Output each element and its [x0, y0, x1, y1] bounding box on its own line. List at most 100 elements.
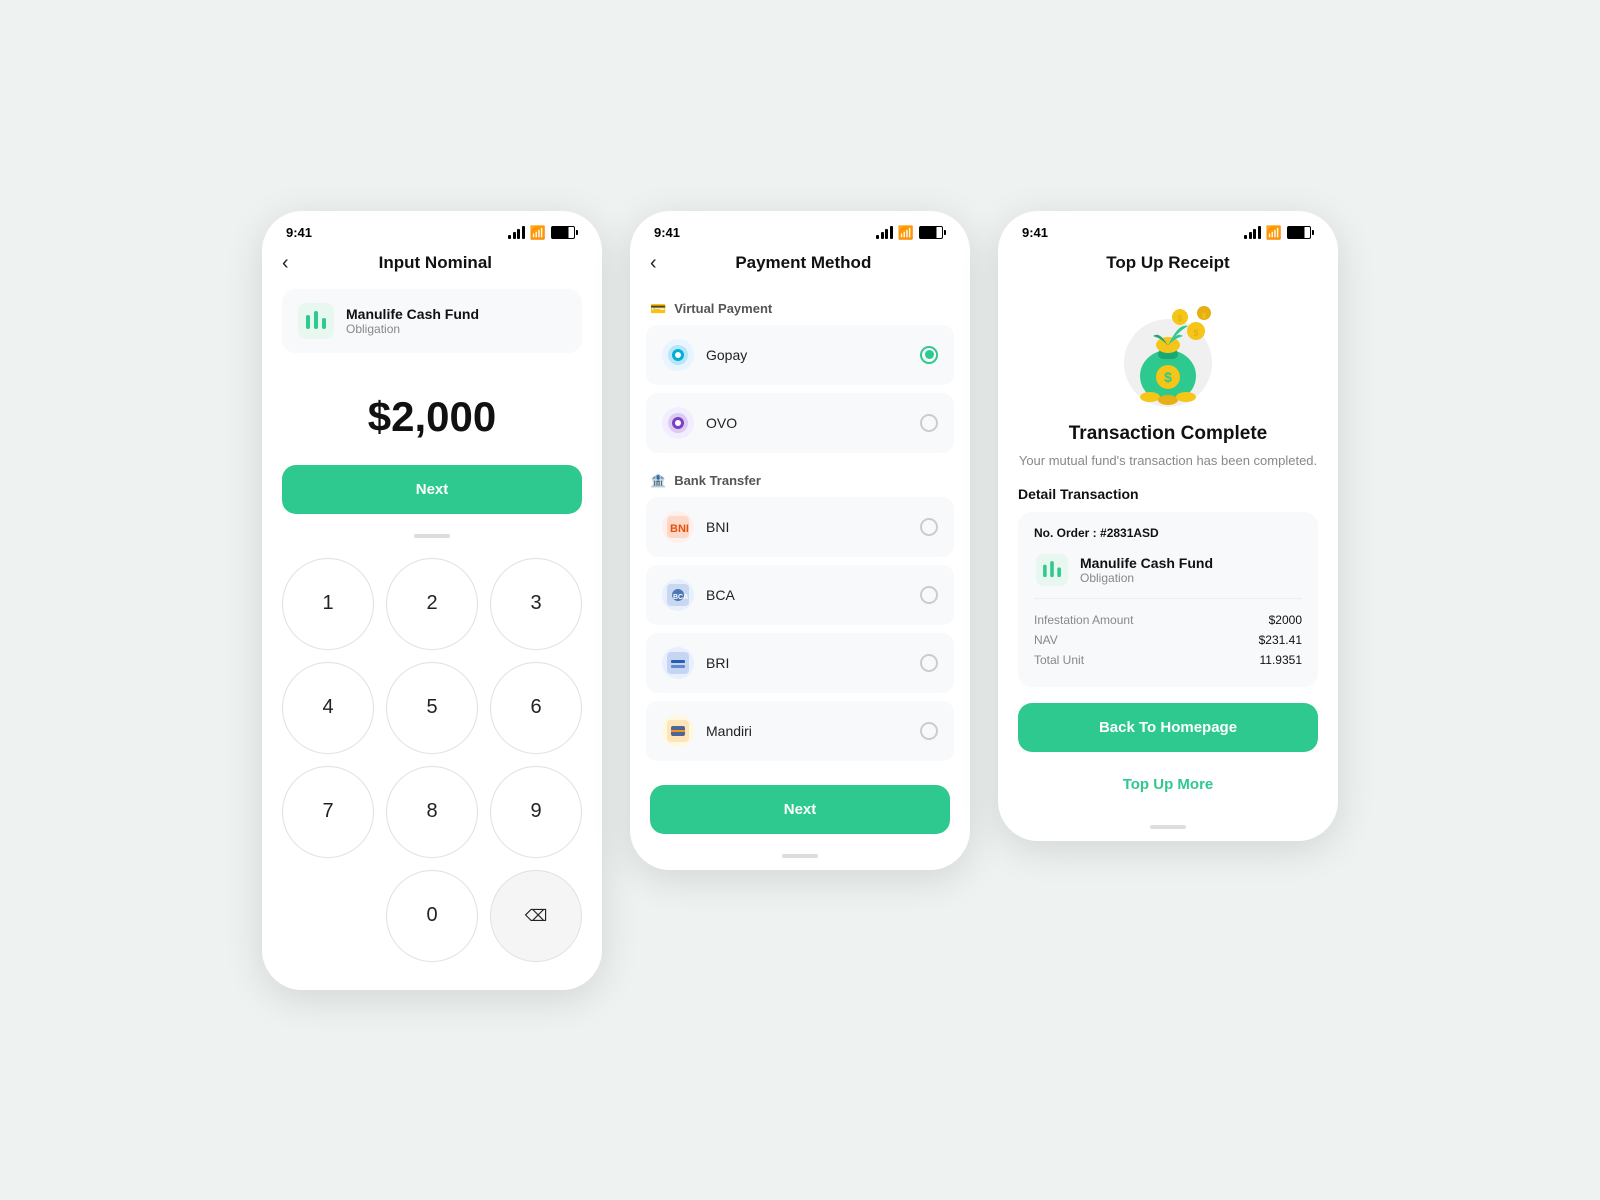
status-bar-3: 9:41 📶: [998, 211, 1338, 249]
transaction-complete: Transaction Complete Your mutual fund's …: [998, 423, 1338, 487]
divider-handle-1: [414, 534, 450, 538]
receipt-fund-name: Manulife Cash Fund: [1080, 555, 1213, 571]
ovo-icon: [662, 407, 694, 439]
num-key-7[interactable]: 7: [282, 766, 374, 858]
nav-value: $231.41: [1259, 633, 1302, 647]
scroll-indicator-3: [1150, 825, 1186, 829]
next-button-2[interactable]: Next: [650, 785, 950, 834]
payment-item-mandiri[interactable]: Mandiri: [646, 701, 954, 761]
num-key-6[interactable]: 6: [490, 662, 582, 754]
receipt-title: Top Up Receipt: [1106, 253, 1229, 272]
time-1: 9:41: [286, 225, 312, 240]
svg-text:$: $: [1193, 328, 1198, 338]
virtual-payment-list: Gopay OVO: [630, 325, 970, 453]
scroll-indicator-2: [782, 854, 818, 858]
signal-icon-2: [876, 227, 893, 239]
next-button-1[interactable]: Next: [282, 465, 582, 514]
num-key-2[interactable]: 2: [386, 558, 478, 650]
screen-title-2: Payment Method: [657, 253, 950, 273]
payment-item-gopay[interactable]: Gopay: [646, 325, 954, 385]
detail-row-investment: Infestation Amount $2000: [1034, 613, 1302, 627]
amount-display: $2,000: [262, 373, 602, 465]
status-icons-2: 📶: [876, 225, 946, 241]
status-icons-1: 📶: [508, 225, 578, 241]
fund-info-1: Manulife Cash Fund Obligation: [346, 306, 479, 336]
wifi-icon-3: 📶: [1266, 225, 1282, 241]
complete-title: Transaction Complete: [1018, 423, 1318, 445]
receipt-illustration: $ $ $ $: [998, 281, 1338, 423]
battery-icon-1: [551, 226, 578, 239]
time-3: 9:41: [1022, 225, 1048, 240]
order-no-value: #2831ASD: [1100, 526, 1159, 540]
ovo-name: OVO: [706, 415, 920, 431]
receipt-fund-info: Manulife Cash Fund Obligation: [1080, 555, 1213, 585]
detail-row-nav: NAV $231.41: [1034, 633, 1302, 647]
num-key-del[interactable]: ⌫: [490, 870, 582, 962]
bank-transfer-icon: 🏦: [650, 473, 666, 489]
virtual-payment-label: 💳 Virtual Payment: [630, 289, 970, 325]
svg-text:$: $: [1164, 369, 1172, 385]
signal-icon-1: [508, 227, 525, 239]
svg-text:$: $: [1178, 314, 1183, 323]
wifi-icon-2: 📶: [898, 225, 914, 241]
bri-name: BRI: [706, 655, 920, 671]
payment-item-bca[interactable]: BCA BCA: [646, 565, 954, 625]
screen-header-1: ‹ Input Nominal: [262, 249, 602, 289]
payment-item-bni[interactable]: BNI BNI: [646, 497, 954, 557]
signal-icon-3: [1244, 227, 1261, 239]
gopay-icon: [662, 339, 694, 371]
nav-label: NAV: [1034, 633, 1058, 647]
screens-container: 9:41 📶 ‹ Input Nominal: [222, 171, 1378, 1030]
payment-item-bri[interactable]: BRI: [646, 633, 954, 693]
battery-icon-2: [919, 226, 946, 239]
num-key-3[interactable]: 3: [490, 558, 582, 650]
bni-icon: BNI: [662, 511, 694, 543]
bni-radio[interactable]: [920, 518, 938, 536]
status-icons-3: 📶: [1244, 225, 1314, 241]
svg-text:$: $: [1202, 313, 1206, 320]
num-key-0[interactable]: 0: [386, 870, 478, 962]
payment-item-ovo[interactable]: OVO: [646, 393, 954, 453]
mandiri-name: Mandiri: [706, 723, 920, 739]
detail-section: Detail Transaction No. Order : #2831ASD: [1018, 486, 1318, 687]
bca-name: BCA: [706, 587, 920, 603]
topup-more-button[interactable]: Top Up More: [1018, 764, 1318, 805]
mandiri-icon: [662, 715, 694, 747]
detail-fund-row: Manulife Cash Fund Obligation: [1034, 552, 1302, 599]
gopay-radio[interactable]: [920, 346, 938, 364]
bank-transfer-label: 🏦 Bank Transfer: [630, 461, 970, 497]
svg-text:BNI: BNI: [670, 523, 689, 535]
investment-value: $2000: [1269, 613, 1302, 627]
num-key-5[interactable]: 5: [386, 662, 478, 754]
back-button-1[interactable]: ‹: [282, 253, 289, 273]
bni-name: BNI: [706, 519, 920, 535]
screen-input-nominal: 9:41 📶 ‹ Input Nominal: [262, 211, 602, 990]
back-to-homepage-button[interactable]: Back To Homepage: [1018, 703, 1318, 752]
fund-name-1: Manulife Cash Fund: [346, 306, 479, 322]
unit-value: 11.9351: [1260, 653, 1303, 667]
receipt-header: Top Up Receipt: [998, 249, 1338, 281]
num-key-1[interactable]: 1: [282, 558, 374, 650]
bca-radio[interactable]: [920, 586, 938, 604]
status-bar-2: 9:41 📶: [630, 211, 970, 249]
bca-icon: BCA: [662, 579, 694, 611]
num-key-8[interactable]: 8: [386, 766, 478, 858]
virtual-payment-icon: 💳: [650, 301, 666, 317]
screen-payment-method: 9:41 📶 ‹ Payment Method 💳 Virtual Paymen…: [630, 211, 970, 870]
bri-radio[interactable]: [920, 654, 938, 672]
detail-row-unit: Total Unit 11.9351: [1034, 653, 1302, 667]
receipt-fund-type: Obligation: [1080, 571, 1213, 585]
detail-card: No. Order : #2831ASD Manulife Cash Fund: [1018, 512, 1318, 687]
svg-text:BCA: BCA: [673, 594, 688, 601]
screen-header-2: ‹ Payment Method: [630, 249, 970, 289]
numpad: 1 2 3 4 5 6 7 8 9 0 ⌫: [262, 558, 602, 990]
num-key-4[interactable]: 4: [282, 662, 374, 754]
battery-icon-3: [1287, 226, 1314, 239]
mandiri-radio[interactable]: [920, 722, 938, 740]
ovo-radio[interactable]: [920, 414, 938, 432]
screen-title-1: Input Nominal: [289, 253, 582, 273]
back-button-2[interactable]: ‹: [650, 253, 657, 273]
receipt-fund-icon: [1034, 552, 1070, 588]
gopay-name: Gopay: [706, 347, 920, 363]
num-key-9[interactable]: 9: [490, 766, 582, 858]
